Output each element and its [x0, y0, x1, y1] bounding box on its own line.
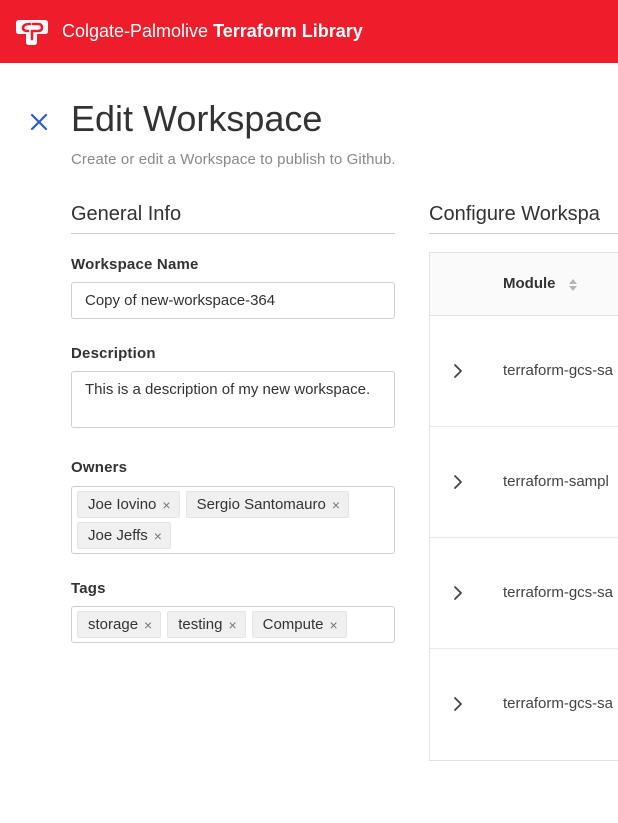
colgate-palmolive-logo-icon [16, 20, 48, 45]
close-icon[interactable] [27, 110, 51, 134]
sort-icon[interactable] [568, 277, 578, 293]
brand-product: Terraform Library [213, 21, 363, 41]
column-header-module[interactable]: Module [503, 275, 556, 292]
remove-owner-icon[interactable]: × [154, 529, 162, 543]
remove-owner-icon[interactable]: × [332, 498, 340, 512]
owners-label: Owners [71, 459, 128, 476]
page-subtitle: Create or edit a Workspace to publish to… [71, 151, 396, 168]
tag-chip-label: Compute [262, 616, 324, 633]
owners-input[interactable]: Joe Iovino × Sergio Santomauro × Joe Jef… [71, 486, 395, 554]
tag-chip-label: storage [88, 616, 139, 633]
brand-title[interactable]: Colgate-Palmolive Terraform Library [62, 21, 363, 42]
owner-tag-label: Joe Iovino [88, 496, 157, 513]
page-title: Edit Workspace [71, 98, 323, 139]
workspace-name-label: Workspace Name [71, 256, 199, 273]
module-name: terraform-sampl [503, 473, 609, 490]
general-info-title: General Info [71, 203, 182, 225]
table-header: Module [430, 253, 618, 316]
chevron-right-icon[interactable] [452, 474, 464, 490]
owner-tag: Joe Iovino × [77, 491, 180, 518]
top-bar: Colgate-Palmolive Terraform Library [0, 0, 618, 63]
brand-name: Colgate-Palmolive [62, 21, 209, 41]
chevron-right-icon[interactable] [452, 363, 464, 379]
remove-owner-icon[interactable]: × [162, 498, 170, 512]
tag-chip: testing × [167, 611, 246, 638]
remove-tag-icon[interactable]: × [144, 618, 152, 632]
table-row[interactable]: terraform-sampl [430, 427, 618, 538]
module-name: terraform-gcs-sa [503, 362, 614, 379]
description-label: Description [71, 345, 156, 362]
owner-tag: Joe Jeffs × [77, 522, 171, 549]
modules-table: Module terraform-gcs-sa terraform-sampl … [429, 252, 618, 761]
tag-chip: storage × [77, 611, 162, 638]
owner-tag-label: Joe Jeffs [88, 527, 148, 544]
tag-chip: Compute × [251, 611, 347, 638]
table-row[interactable]: terraform-gcs-sa [430, 316, 618, 427]
workspace-name-input[interactable]: Copy of new-workspace-364 [71, 282, 395, 319]
remove-tag-icon[interactable]: × [228, 618, 236, 632]
tags-input[interactable]: storage × testing × Compute × [71, 606, 395, 643]
table-row[interactable]: terraform-gcs-sa [430, 538, 618, 649]
remove-tag-icon[interactable]: × [330, 618, 338, 632]
chevron-right-icon[interactable] [452, 585, 464, 601]
owner-tag-label: Sergio Santomauro [196, 496, 326, 513]
configure-workspace-title: Configure Workspa [429, 203, 600, 225]
module-name: terraform-gcs-sa [503, 695, 614, 712]
general-info-divider [71, 233, 395, 234]
description-textarea[interactable]: This is a description of my new workspac… [71, 371, 395, 428]
tags-label: Tags [71, 580, 106, 597]
table-row[interactable]: terraform-gcs-sa [430, 649, 618, 760]
owner-tag: Sergio Santomauro × [185, 491, 350, 518]
chevron-right-icon[interactable] [452, 696, 464, 712]
configure-workspace-divider [429, 233, 618, 234]
module-name: terraform-gcs-sa [503, 584, 614, 601]
tag-chip-label: testing [178, 616, 223, 633]
